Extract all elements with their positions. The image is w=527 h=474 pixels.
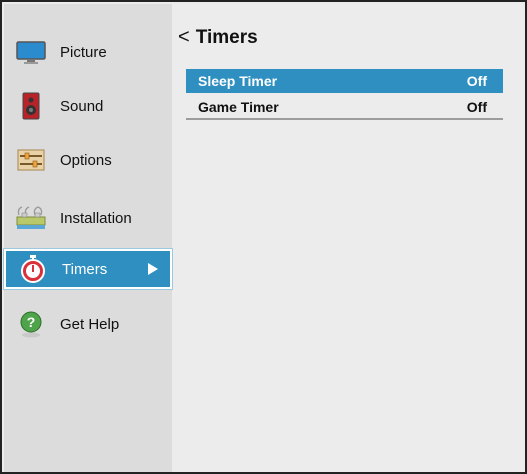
tv-menu-screen: Picture Sound Options Installation Timer…	[0, 0, 527, 474]
sidebar-item-get-help[interactable]: ? Get Help	[4, 304, 172, 344]
sidebar-item-label: Picture	[60, 43, 107, 61]
sidebar-item-installation[interactable]: Installation	[4, 198, 172, 238]
back-button[interactable]: <	[178, 26, 190, 49]
row-value: Off	[466, 99, 487, 115]
network-icon	[14, 203, 48, 233]
sidebar-item-label: Get Help	[60, 315, 120, 333]
sidebar-item-timers[interactable]: Timers	[3, 248, 173, 290]
sliders-icon	[14, 145, 48, 175]
sidebar-item-picture[interactable]: Picture	[4, 32, 172, 72]
sidebar-item-label: Installation	[60, 209, 132, 227]
svg-text:?: ?	[27, 314, 36, 330]
row-label: Game Timer	[198, 99, 279, 115]
page-title: < Timers	[178, 26, 258, 49]
help-icon: ?	[14, 309, 48, 339]
sidebar-item-label: Options	[60, 151, 112, 169]
speaker-icon	[14, 91, 48, 121]
sidebar-item-label: Timers	[62, 260, 108, 278]
row-label: Sleep Timer	[198, 73, 278, 89]
content-panel: < Timers Sleep Timer Off Game Timer Off	[172, 4, 523, 470]
chevron-right-icon	[148, 263, 158, 275]
sidebar: Picture Sound Options Installation Timer…	[3, 4, 173, 472]
sidebar-item-sound[interactable]: Sound	[4, 86, 172, 126]
menu-row-game-timer[interactable]: Game Timer Off	[186, 96, 503, 120]
page-title-text: Timers	[195, 26, 258, 48]
menu-row-sleep-timer[interactable]: Sleep Timer Off	[186, 69, 503, 93]
stopwatch-icon	[16, 254, 50, 284]
sidebar-item-options[interactable]: Options	[4, 140, 172, 180]
sidebar-item-label: Sound	[60, 97, 104, 115]
row-value: Off	[466, 73, 487, 89]
monitor-icon	[14, 37, 48, 67]
